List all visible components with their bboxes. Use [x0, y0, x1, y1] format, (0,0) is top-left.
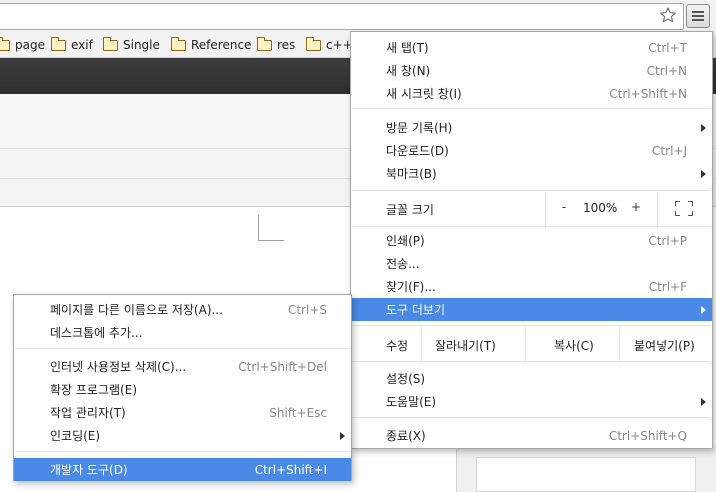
paste-button[interactable]: 붙여넣기(P): [634, 337, 695, 354]
zoom-value: 100%: [583, 201, 618, 215]
folder-icon: [102, 36, 118, 51]
folder-icon: [170, 36, 186, 51]
bookmark-folder-exif[interactable]: exif: [50, 36, 93, 54]
menu-separator: [352, 108, 711, 109]
menu-item-task-manager[interactable]: 작업 관리자(T) Shift+Esc: [14, 401, 351, 424]
bookmark-label: res: [277, 38, 296, 52]
folder-icon: [256, 36, 272, 51]
bookmark-folder-res[interactable]: res: [256, 36, 296, 54]
bookmark-label: Single: [123, 38, 160, 52]
folder-icon: [0, 36, 10, 51]
submenu-arrow-icon: [701, 170, 706, 178]
menu-item-more-tools[interactable]: 도구 더보기: [351, 298, 712, 321]
menu-item-encoding[interactable]: 인코딩(E): [14, 424, 351, 447]
menu-item-add-to-desktop[interactable]: 데스크톱에 추가...: [14, 321, 351, 344]
submenu-arrow-icon: [701, 398, 706, 406]
copy-button[interactable]: 복사(C): [554, 337, 594, 354]
zoom-label: 글꼴 크기: [386, 203, 434, 217]
menu-item-settings[interactable]: 설정(S): [351, 367, 712, 390]
cut-button[interactable]: 잘라내기(T): [435, 337, 496, 354]
menu-item-developer-tools[interactable]: 개발자 도구(D) Ctrl+Shift+I: [14, 458, 351, 481]
menu-item-help[interactable]: 도움말(E): [351, 390, 712, 413]
bookmark-label: exif: [71, 38, 93, 52]
star-outline-icon[interactable]: [656, 4, 680, 26]
bookmark-folder-reference[interactable]: Reference: [170, 36, 252, 54]
menu-separator: [15, 451, 350, 452]
address-bar[interactable]: [0, 3, 684, 30]
submenu-arrow-icon: [701, 306, 706, 314]
submenu-arrow-icon: [340, 432, 345, 440]
folder-icon: [305, 36, 321, 51]
menu-separator: [352, 190, 711, 191]
fullscreen-icon[interactable]: [675, 201, 693, 216]
bookmark-folder-page[interactable]: page: [0, 36, 45, 54]
menu-item-new-incognito-window[interactable]: 새 시크릿 창(I) Ctrl+Shift+N: [351, 82, 712, 105]
menu-separator: [352, 325, 711, 326]
edit-label: 수정: [386, 339, 409, 353]
menu-item-new-tab[interactable]: 새 탭(T) Ctrl+T: [351, 36, 712, 59]
submenu-arrow-icon: [701, 124, 706, 132]
menu-separator: [15, 348, 350, 349]
edit-row: 수정 잘라내기(T) 복사(C) 붙여넣기(P): [351, 327, 712, 361]
menu-item-history[interactable]: 방문 기록(H): [351, 116, 712, 139]
zoom-out-button[interactable]: -: [554, 200, 574, 214]
page-side-box: [476, 457, 696, 492]
bookmark-label: Reference: [191, 38, 252, 52]
menu-separator: [352, 417, 711, 418]
menu-item-exit[interactable]: 종료(X) Ctrl+Shift+Q: [351, 424, 712, 447]
address-toolbar: [0, 0, 716, 32]
bookmark-label: page: [15, 38, 45, 52]
folder-icon: [50, 36, 66, 51]
bookmark-label: c++: [326, 38, 353, 52]
menu-item-print[interactable]: 인쇄(P) Ctrl+P: [351, 229, 712, 252]
menu-item-find[interactable]: 찾기(F)... Ctrl+F: [351, 275, 712, 298]
hamburger-menu-icon[interactable]: [686, 4, 710, 28]
bookmark-folder-single[interactable]: Single: [102, 36, 160, 54]
chrome-main-menu: 새 탭(T) Ctrl+T 새 창(N) Ctrl+N 새 시크릿 창(I) C…: [350, 31, 713, 449]
zoom-row: 글꼴 크기 - 100% +: [351, 192, 712, 226]
menu-item-clear-browsing-data[interactable]: 인터넷 사용정보 삭제(C)... Ctrl+Shift+Del: [14, 355, 351, 378]
menu-separator: [352, 226, 711, 227]
menu-item-bookmarks[interactable]: 북마크(B): [351, 162, 712, 185]
menu-separator: [352, 361, 711, 362]
bookmark-folder-cpp[interactable]: c++: [305, 36, 353, 54]
menu-item-cast[interactable]: 전송...: [351, 252, 712, 275]
zoom-in-button[interactable]: +: [626, 200, 646, 214]
menu-item-extensions[interactable]: 확장 프로그램(E): [14, 378, 351, 401]
menu-item-save-page-as[interactable]: 페이지를 다른 이름으로 저장(A)... Ctrl+S: [14, 298, 351, 321]
page-divider: [258, 240, 284, 241]
menu-item-new-window[interactable]: 새 창(N) Ctrl+N: [351, 59, 712, 82]
page-divider: [258, 215, 259, 240]
more-tools-submenu: 페이지를 다른 이름으로 저장(A)... Ctrl+S 데스크톱에 추가...…: [13, 294, 352, 481]
menu-item-downloads[interactable]: 다운로드(D) Ctrl+J: [351, 139, 712, 162]
